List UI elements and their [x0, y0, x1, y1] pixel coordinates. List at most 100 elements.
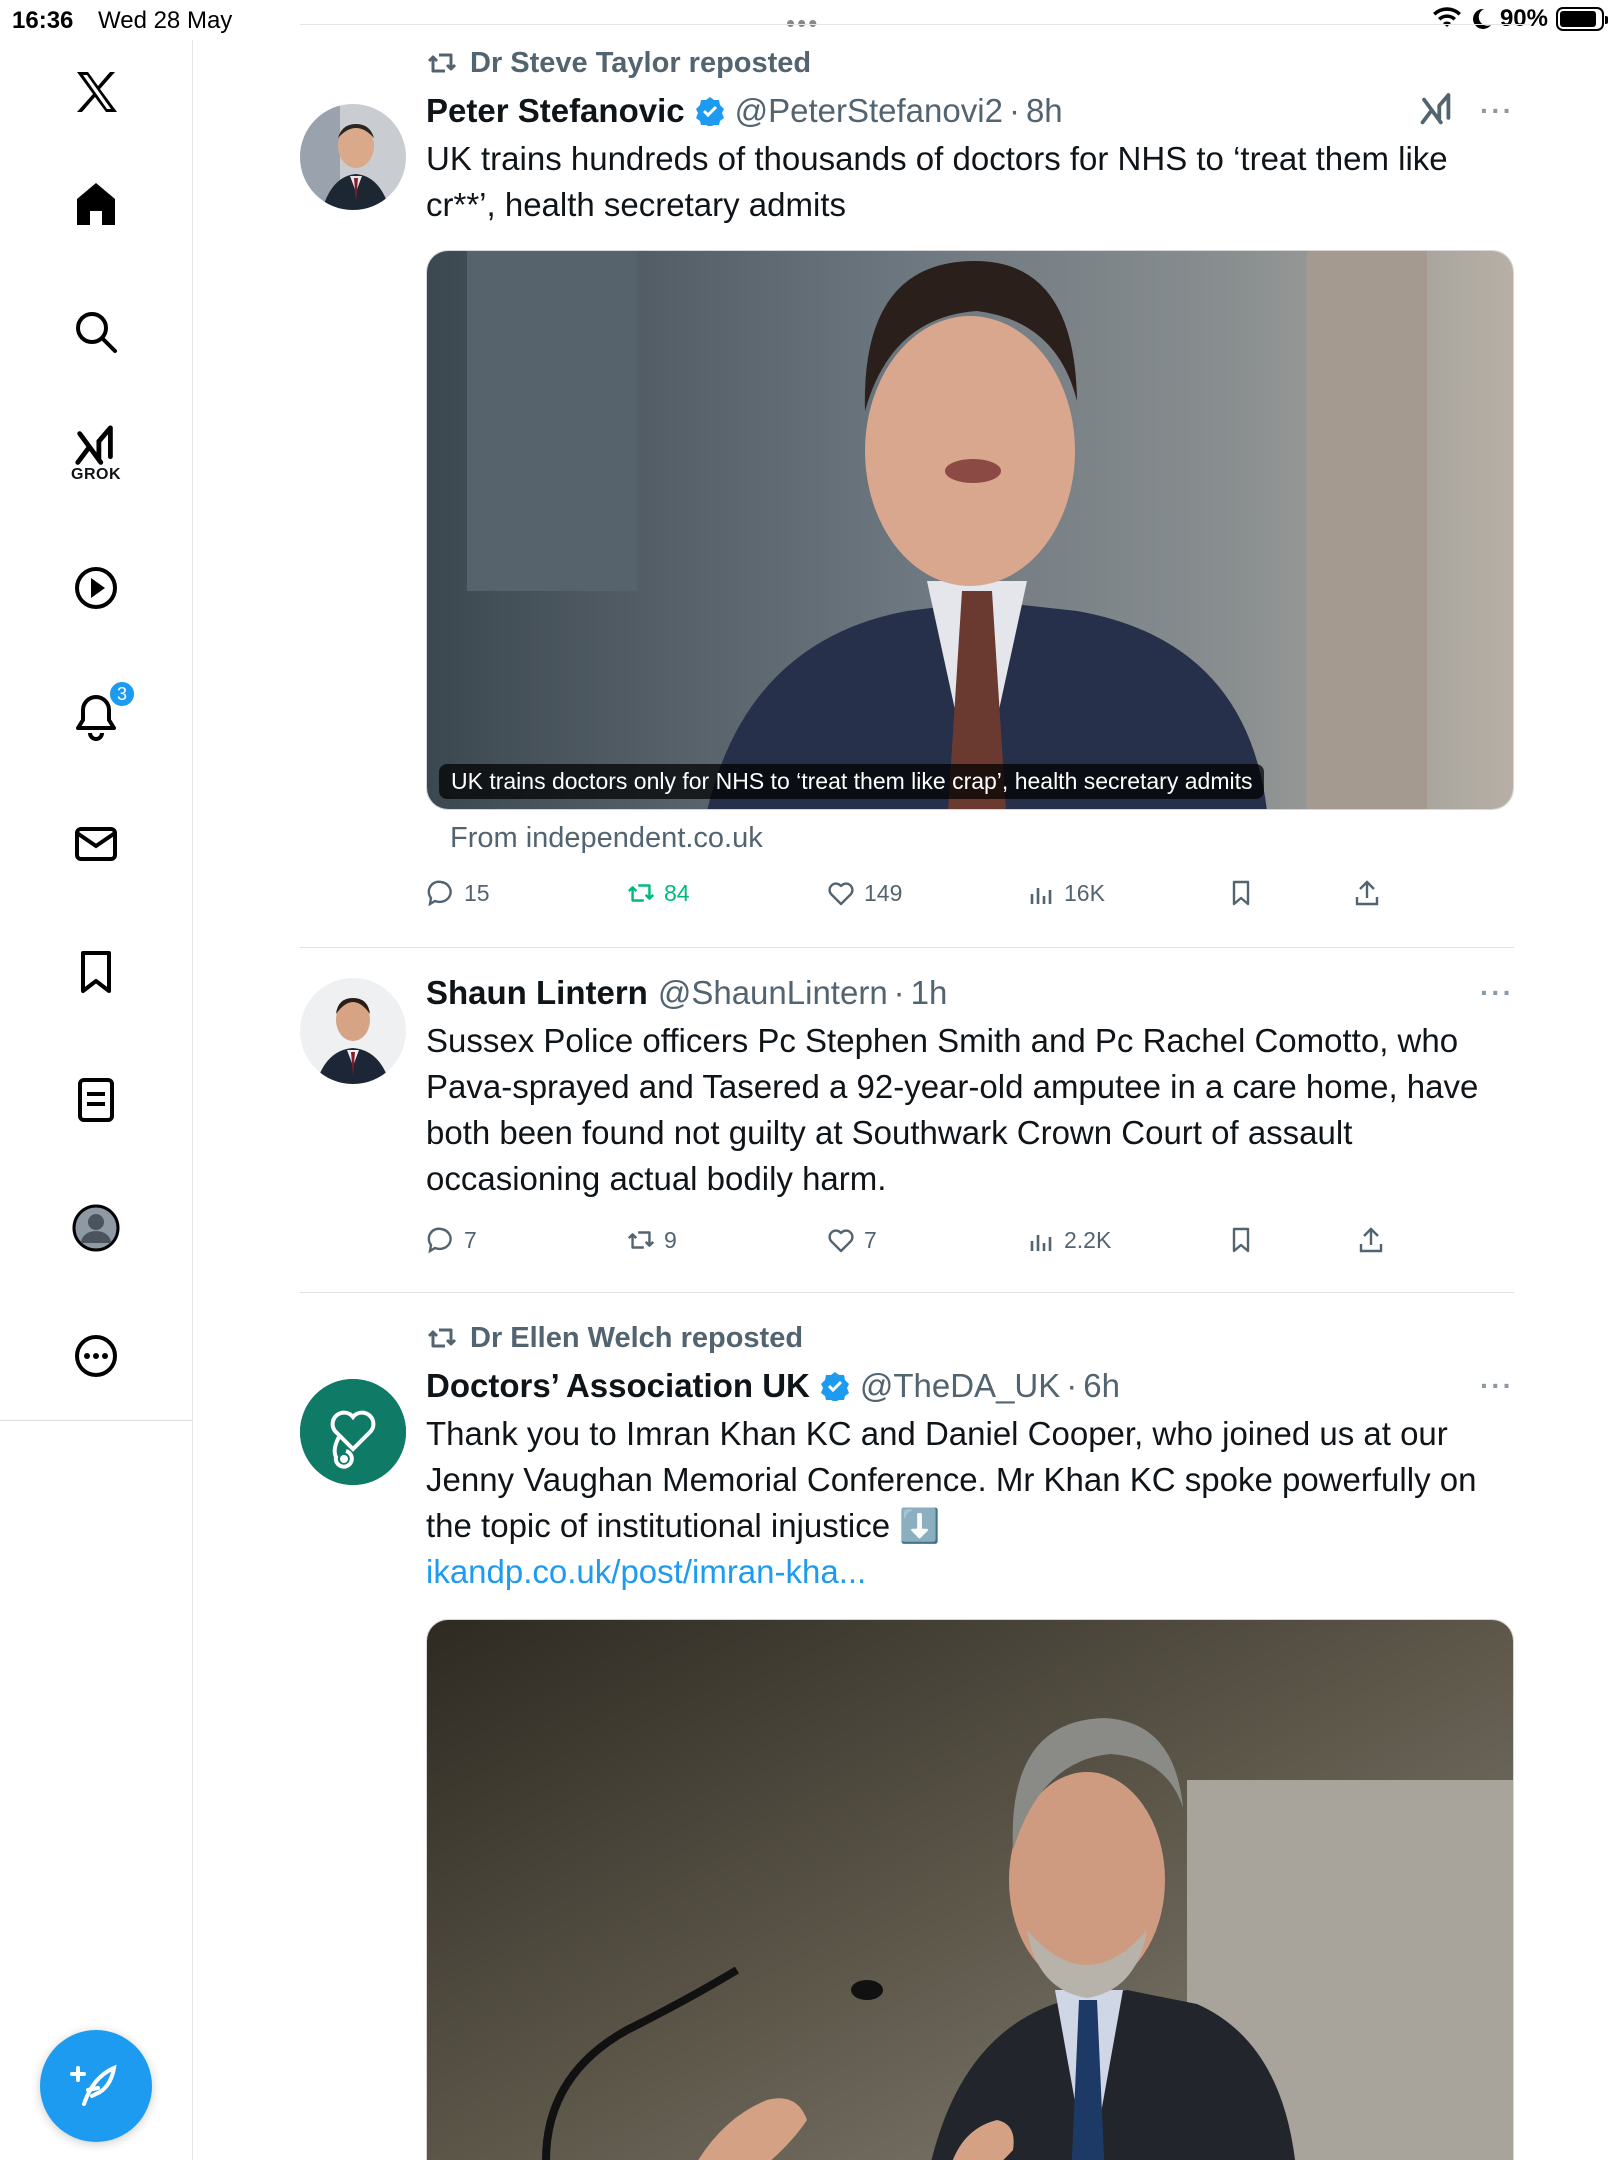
grok-label: GROK: [71, 466, 121, 483]
bookmarks-icon[interactable]: [64, 940, 128, 1004]
like-button[interactable]: 149: [826, 878, 1026, 908]
reply-count: 7: [464, 1226, 477, 1253]
grok-icon[interactable]: GROK: [64, 416, 128, 483]
compose-button[interactable]: [40, 2030, 152, 2142]
avatar[interactable]: [300, 104, 406, 210]
video-icon[interactable]: [64, 556, 128, 620]
heart-icon: [828, 1229, 854, 1253]
repost-button[interactable]: 84: [626, 878, 826, 908]
reply-icon: [427, 1227, 452, 1254]
post-more-button[interactable]: ···: [1480, 95, 1514, 127]
share-button[interactable]: [1352, 878, 1382, 908]
post-text: UK trains hundreds of thousands of docto…: [426, 140, 1448, 223]
verified-badge-icon: [695, 97, 724, 126]
more-icon[interactable]: [64, 1324, 128, 1388]
post-header: Doctors’ Association UK @TheDA_UK · 6h ·…: [426, 1361, 1514, 1411]
search-icon[interactable]: [64, 300, 128, 364]
timeline: Dr Steve Taylor reposted Peter Stefanovi…: [300, 40, 1514, 2160]
compose-feather-icon: [70, 2064, 117, 2106]
status-date: Wed 28 May: [98, 7, 233, 34]
share-icon: [1359, 1227, 1383, 1253]
repost-indicator: Dr Steve Taylor reposted: [300, 40, 1514, 86]
views-count: 16K: [1064, 879, 1105, 906]
profile-icon[interactable]: [64, 1196, 128, 1260]
views-count: 2.2K: [1064, 1226, 1112, 1253]
link-card[interactable]: UK trains doctors only for NHS to ‘treat…: [426, 250, 1514, 810]
grok-icon[interactable]: [1418, 92, 1456, 130]
reply-button[interactable]: 7: [426, 1225, 626, 1255]
wifi-icon: [1432, 7, 1461, 27]
repost-count: 9: [664, 1226, 677, 1253]
repost-icon: [427, 1328, 457, 1348]
repost-count: 84: [664, 879, 690, 906]
post-text: Thank you to Imran Khan KC and Daniel Co…: [426, 1415, 1477, 1544]
bookmark-button[interactable]: [1226, 878, 1352, 908]
views-button[interactable]: 16K: [1026, 878, 1226, 908]
post-photo: [427, 1620, 1513, 2160]
x-logo-icon[interactable]: [64, 60, 128, 124]
author-name[interactable]: Peter Stefanovic: [426, 92, 685, 130]
post-header: Shaun Lintern @ShaunLintern · 1h ···: [426, 968, 1514, 1018]
post-text: Sussex Police officers Pc Stephen Smith …: [426, 1022, 1479, 1197]
like-count: 149: [864, 879, 903, 906]
separator-dot: ·: [1008, 92, 1020, 129]
like-count: 7: [864, 1226, 877, 1253]
author-name[interactable]: Shaun Lintern: [426, 974, 648, 1012]
like-button[interactable]: 7: [826, 1225, 1026, 1255]
battery-icon: [1556, 7, 1608, 31]
post-more-button[interactable]: ···: [1480, 1370, 1514, 1402]
separator-dot: ·: [893, 974, 905, 1011]
messages-icon[interactable]: [64, 812, 128, 876]
card-source[interactable]: From independent.co.uk: [450, 822, 1514, 855]
reply-button[interactable]: 15: [426, 878, 626, 908]
views-icon: [1030, 1235, 1052, 1251]
post-doctors-association[interactable]: Dr Ellen Welch reposted Doctors’ Associa…: [300, 1293, 1514, 2160]
lists-icon[interactable]: [64, 1068, 128, 1132]
avatar[interactable]: [300, 1379, 406, 1485]
post-actions: 15 84 149 16K: [426, 863, 1514, 923]
sidebar: GROK 3: [0, 40, 193, 2160]
author-handle[interactable]: @PeterStefanovi2: [735, 92, 1003, 130]
views-button[interactable]: 2.2K: [1026, 1225, 1226, 1255]
share-icon: [1355, 880, 1379, 906]
card-caption: UK trains doctors only for NHS to ‘treat…: [439, 764, 1265, 799]
sidebar-divider: [0, 1420, 193, 1421]
share-button[interactable]: [1356, 1225, 1386, 1255]
post-more-button[interactable]: ···: [1480, 977, 1514, 1009]
post-peter-stefanovic[interactable]: Dr Steve Taylor reposted Peter Stefanovi…: [300, 40, 1514, 948]
author-name[interactable]: Doctors’ Association UK: [426, 1367, 810, 1405]
heart-icon: [828, 882, 854, 906]
author-handle[interactable]: @ShaunLintern: [658, 974, 888, 1012]
verified-badge-icon: [820, 1372, 849, 1401]
avatar[interactable]: [300, 978, 406, 1084]
post-time[interactable]: 6h: [1083, 1367, 1120, 1405]
separator-dot: ·: [1066, 1367, 1078, 1404]
post-shaun-lintern[interactable]: Shaun Lintern @ShaunLintern · 1h ··· Sus…: [300, 948, 1514, 1293]
post-time[interactable]: 1h: [911, 974, 948, 1012]
battery-fill: [1560, 11, 1596, 27]
home-icon[interactable]: [64, 172, 128, 236]
post-time[interactable]: 8h: [1026, 92, 1063, 130]
moon-icon: [1472, 8, 1491, 29]
post-actions: 7 9 7 2.2K: [426, 1210, 1514, 1270]
bookmark-icon: [1232, 1227, 1250, 1253]
repost-label: Dr Steve Taylor reposted: [470, 46, 812, 79]
status-time: 16:36: [12, 7, 74, 34]
post-image[interactable]: [426, 1619, 1514, 2160]
bookmark-icon: [1232, 880, 1250, 906]
notifications-badge: 3: [108, 680, 136, 708]
repost-icon: [627, 1231, 655, 1249]
notifications-icon[interactable]: 3: [64, 680, 136, 748]
repost-indicator: Dr Ellen Welch reposted: [300, 1315, 1514, 1361]
reply-count: 15: [464, 879, 490, 906]
card-image: [427, 251, 1513, 809]
reply-icon: [427, 880, 452, 907]
status-right: 90%: [1432, 5, 1608, 33]
battery-percent: 90%: [1499, 5, 1548, 32]
bookmark-button[interactable]: [1226, 1225, 1356, 1255]
author-handle[interactable]: @TheDA_UK: [860, 1367, 1060, 1405]
repost-button[interactable]: 9: [626, 1225, 826, 1255]
post-link[interactable]: ikandp.co.uk/post/imran-kha...: [426, 1549, 1514, 1595]
post-header: Peter Stefanovic @PeterStefanovi2 · 8h ·…: [426, 86, 1514, 136]
repost-icon: [627, 884, 655, 902]
